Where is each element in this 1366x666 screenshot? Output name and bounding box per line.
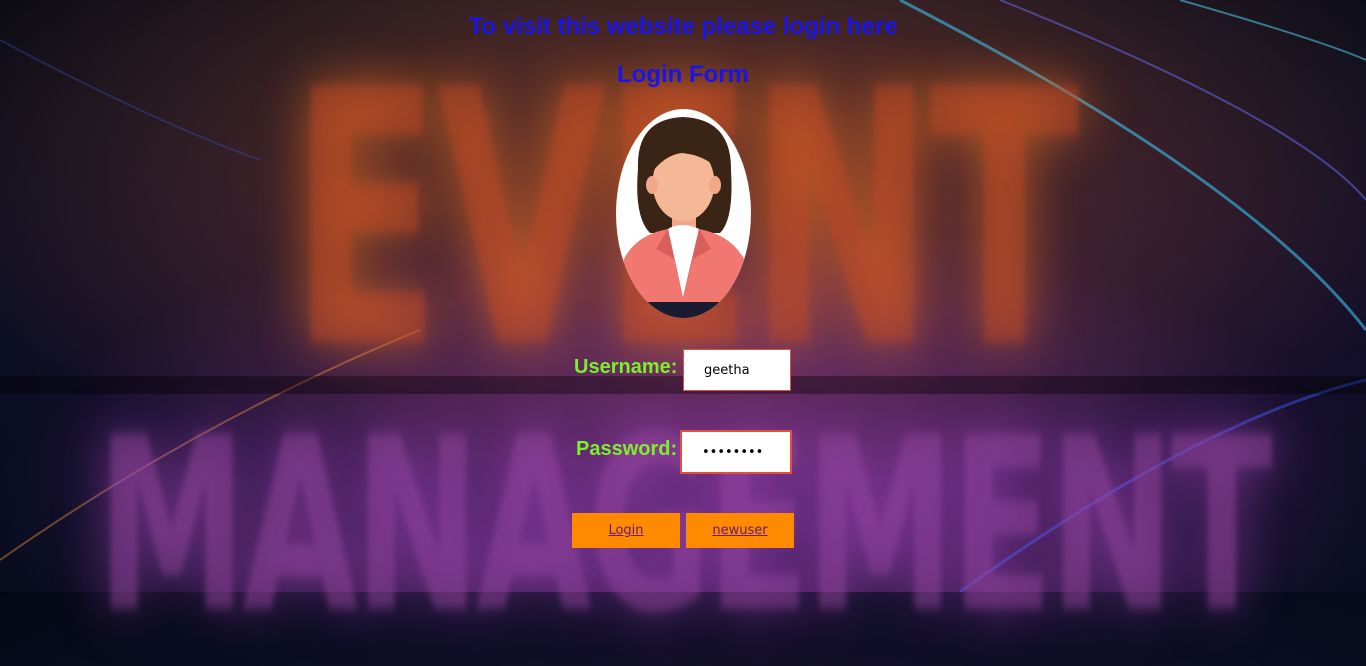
login-page: To visit this website please login here … xyxy=(0,0,1366,592)
username-label: Username: xyxy=(574,356,678,378)
newuser-button[interactable]: newuser xyxy=(686,513,794,548)
login-button[interactable]: Login xyxy=(572,513,680,548)
password-label: Password: xyxy=(576,438,678,460)
woman-avatar-icon xyxy=(616,109,751,318)
password-input[interactable] xyxy=(680,430,792,474)
username-input[interactable] xyxy=(683,349,791,391)
page-headline: To visit this website please login here xyxy=(468,13,898,40)
form-title: Login Form xyxy=(617,61,749,88)
